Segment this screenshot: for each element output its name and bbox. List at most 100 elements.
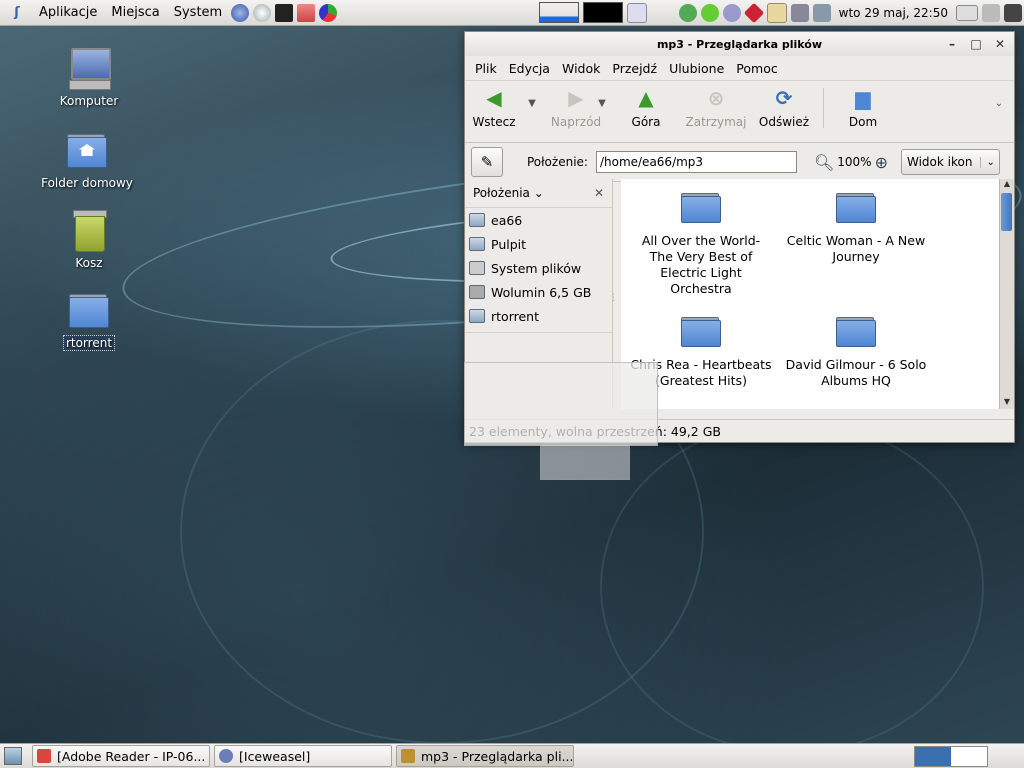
music-launcher-icon[interactable] xyxy=(275,3,294,22)
location-label: Położenie: xyxy=(527,155,588,169)
ghost-dialog-fragment xyxy=(540,444,630,480)
chat-icon[interactable] xyxy=(678,3,697,22)
place-rtorrent[interactable]: rtorrent xyxy=(465,304,612,328)
menu-places[interactable]: Miejsca xyxy=(104,0,166,25)
minimize-icon[interactable]: – xyxy=(944,36,960,52)
desktop-icon-label: rtorrent xyxy=(62,335,116,351)
zoom-in-icon[interactable]: ⊕ xyxy=(875,153,888,172)
mail-launcher-icon[interactable] xyxy=(253,3,272,22)
folder-item[interactable]: Celtic Woman - A New Journey xyxy=(784,179,928,265)
network-icon[interactable] xyxy=(722,3,741,22)
folder-icon xyxy=(834,403,878,409)
place-volume[interactable]: Wolumin 6,5 GB xyxy=(465,280,612,304)
home-icon xyxy=(469,213,485,227)
view-mode-select[interactable]: Widok ikon ⌄ xyxy=(900,149,1000,175)
menu-help[interactable]: Pomoc xyxy=(730,61,783,76)
screenshot-icon[interactable] xyxy=(1004,3,1022,22)
menu-applications[interactable]: Aplikacje xyxy=(32,0,104,25)
vertical-scrollbar[interactable]: ▲ ▼ xyxy=(999,179,1014,409)
menu-file[interactable]: Plik xyxy=(469,61,503,76)
clock[interactable]: wto 29 maj, 22:50 xyxy=(833,6,954,20)
stop-button[interactable]: ⊗ Zatrzymaj xyxy=(681,86,751,129)
workspace-switcher[interactable] xyxy=(914,746,988,767)
place-desktop[interactable]: Pulpit xyxy=(465,232,612,256)
reload-label: Odśwież xyxy=(758,115,810,129)
bottom-panel: [Adobe Reader - IP-06... [Iceweasel] mp3… xyxy=(0,743,1024,768)
trash-icon xyxy=(67,208,111,252)
task-adobe-reader[interactable]: [Adobe Reader - IP-06... xyxy=(32,745,210,767)
toggle-location-button[interactable]: ✎ xyxy=(471,147,503,177)
system-monitor-graph[interactable] xyxy=(538,2,579,23)
toolbar-overflow-chevron[interactable]: ⌄ xyxy=(990,86,1008,109)
pane-resize-grip[interactable]: ⋮ xyxy=(609,293,618,303)
up-button[interactable]: ▲ Góra xyxy=(611,86,681,129)
side-pane-header: Położenia ⌄ ✕ xyxy=(465,179,612,208)
menu-bookmarks[interactable]: Ulubione xyxy=(663,61,730,76)
menu-go[interactable]: Przejdź xyxy=(606,61,663,76)
back-history-dropdown[interactable]: ▼ xyxy=(523,86,541,109)
maximize-icon[interactable]: □ xyxy=(968,36,984,52)
task-iceweasel[interactable]: [Iceweasel] xyxy=(214,745,392,767)
volume-icon[interactable] xyxy=(982,3,1000,22)
wallpaper-swirl xyxy=(600,420,984,754)
zoom-out-icon[interactable]: 🔍︎ xyxy=(814,153,834,172)
place-home[interactable]: ea66 xyxy=(465,208,612,232)
menubar: Plik Edycja Widok Przejdź Ulubione Pomoc xyxy=(465,56,1014,80)
home-button[interactable]: ▆ Dom xyxy=(834,86,892,129)
back-button[interactable]: ◀ Wstecz xyxy=(465,86,523,129)
file-cabinet-icon xyxy=(401,749,415,763)
workspace-2[interactable] xyxy=(951,747,987,766)
scroll-up-icon[interactable]: ▲ xyxy=(1000,179,1014,191)
notes-icon[interactable] xyxy=(626,2,647,23)
folder-item[interactable]: David Gilmour - 6 Solo Albums HQ xyxy=(784,303,928,389)
window-titlebar[interactable]: mp3 - Przeglądarka plików – □ ✕ xyxy=(465,32,1014,56)
desktop-icon-rtorrent[interactable]: rtorrent xyxy=(34,288,144,351)
gnome-foot-icon[interactable]: ʃ xyxy=(8,4,26,22)
close-side-pane-icon[interactable]: ✕ xyxy=(594,186,604,200)
ruby-icon[interactable] xyxy=(743,2,764,23)
forward-history-dropdown[interactable]: ▼ xyxy=(593,86,611,109)
browser-icon xyxy=(219,749,233,763)
side-pane-selector[interactable]: Położenia ⌄ xyxy=(473,186,544,200)
network-monitor-graph[interactable] xyxy=(582,2,623,23)
top-panel: ʃ Aplikacje Miejsca System wto 29 maj, 2… xyxy=(0,0,1024,26)
media-launcher-icon[interactable] xyxy=(297,3,316,22)
arrow-up-icon: ▲ xyxy=(638,86,654,110)
desktop-icon-home-folder[interactable]: Folder domowy xyxy=(32,128,142,190)
edit-pencil-icon: ✎ xyxy=(480,153,494,171)
zoom-level[interactable]: 100% xyxy=(837,155,871,169)
browser-launcher-icon[interactable] xyxy=(231,3,250,22)
scroll-thumb[interactable] xyxy=(1001,193,1012,231)
menu-edit[interactable]: Edycja xyxy=(503,61,556,76)
menu-view[interactable]: Widok xyxy=(556,61,606,76)
chevron-down-icon: ⌄ xyxy=(980,156,995,168)
reload-button[interactable]: ⟳ Odśwież xyxy=(751,86,817,129)
view-mode-value: Widok ikon xyxy=(906,155,973,169)
place-filesystem[interactable]: System plików xyxy=(465,256,612,280)
stop-icon: ⊗ xyxy=(707,86,725,110)
forward-label: Naprzód xyxy=(550,115,602,129)
workspace-1[interactable] xyxy=(915,747,951,766)
folder-icon xyxy=(679,403,723,409)
folder-icon xyxy=(67,288,111,332)
network-manager-icon[interactable] xyxy=(812,3,831,22)
chart-launcher-icon[interactable] xyxy=(319,3,338,22)
desktop-icon-trash[interactable]: Kosz xyxy=(34,208,144,270)
scroll-down-icon[interactable]: ▼ xyxy=(1000,397,1014,409)
stop-label: Zatrzymaj xyxy=(685,115,747,129)
menu-system[interactable]: System xyxy=(167,0,229,25)
close-icon[interactable]: ✕ xyxy=(992,36,1008,52)
show-desktop-icon[interactable] xyxy=(4,747,22,765)
folder-item[interactable]: All Over the World- The Very Best of Ele… xyxy=(629,179,773,297)
reload-icon: ⟳ xyxy=(775,86,793,110)
desktop-icon-computer[interactable]: Komputer xyxy=(34,46,144,108)
folder-item[interactable] xyxy=(784,395,928,409)
home-folder-icon xyxy=(65,128,109,172)
clipboard-icon[interactable] xyxy=(766,2,787,23)
messenger-icon[interactable] xyxy=(700,3,719,22)
location-input[interactable]: /home/ea66/mp3 xyxy=(595,151,797,173)
update-icon[interactable] xyxy=(790,3,809,22)
keyboard-layout-icon[interactable] xyxy=(956,4,978,21)
task-file-browser[interactable]: mp3 - Przeglądarka pli... xyxy=(396,745,574,767)
ghost-dialog xyxy=(464,362,658,446)
